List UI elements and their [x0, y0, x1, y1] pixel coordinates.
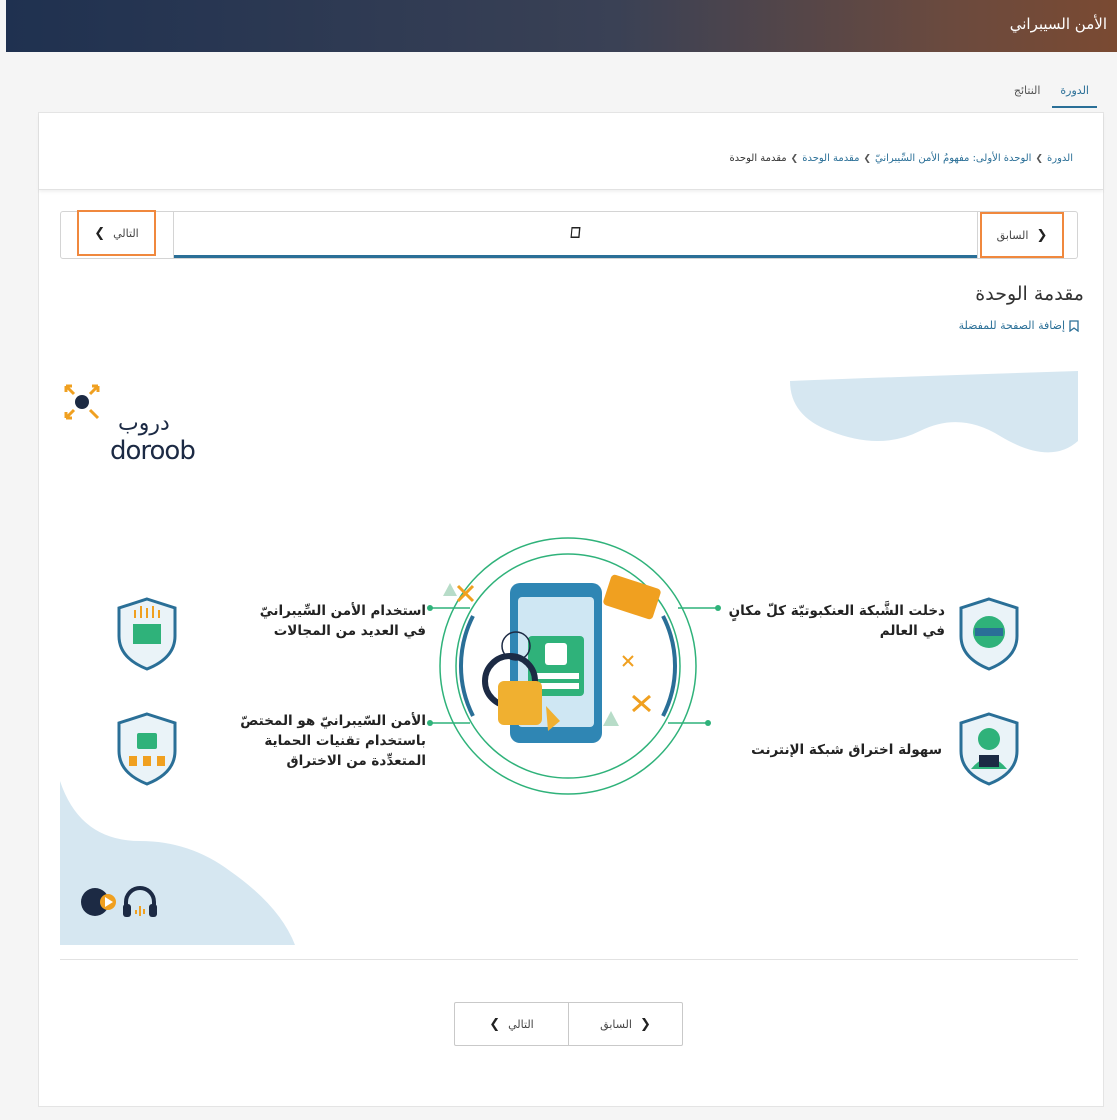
bottom-sequence-navigation: ❮ التالي السابق ❯: [454, 1002, 683, 1046]
shield-lock-icon: [117, 712, 177, 786]
slide-text-right-bottom: سهولة اختراق شبكة الإنترنت: [751, 742, 942, 758]
breadcrumb: الدورة❯الوحدة الأولى: مفهومُ الأمن السِّ…: [729, 153, 1073, 164]
bottom-next-label: التالي: [508, 1017, 534, 1031]
tab-results[interactable]: النتائج: [1006, 80, 1049, 108]
video-play-icon[interactable]: [80, 884, 116, 920]
audio-headphones-icon[interactable]: [120, 884, 160, 920]
sequence-prev-button[interactable]: السابق ❯: [980, 212, 1064, 258]
content-divider: [60, 959, 1078, 960]
breadcrumb-bar: الدورة❯الوحدة الأولى: مفهومُ الأمن السِّ…: [39, 113, 1103, 190]
bookmark-label: إضافة الصفحة للمفضلة: [958, 319, 1065, 332]
bottom-prev-button[interactable]: السابق ❯: [569, 1003, 682, 1045]
sequence-prev-cell: السابق ❯: [977, 212, 1077, 258]
shield-globe-icon: [959, 597, 1019, 671]
top-header-bar: الأمن السيبراني: [6, 0, 1117, 52]
bottom-prev-label: السابق: [600, 1017, 632, 1031]
logo-arabic: دروب: [118, 411, 170, 436]
chevron-left-icon: ❯: [639, 1016, 651, 1032]
slide-text-left-bottom: الأمن السّيبرانيّ هو المختصّ باستخدام تق…: [240, 713, 426, 769]
sequence-unit-tab[interactable]: [174, 212, 977, 258]
shield-hacker-icon: [959, 712, 1019, 786]
slide-text-right-top: دخلت الشَّبكة العنكبوتيّة كلّ مكانٍ في ا…: [728, 603, 945, 639]
page-title: مقدمة الوحدة: [975, 283, 1084, 305]
chevron-left-icon: ❯: [863, 154, 871, 164]
chevron-left-icon: ❯: [1035, 154, 1044, 164]
lesson-slide: دروب doroob استخدام الأمن السِّيبرانيّ ف…: [60, 371, 1078, 945]
chevron-right-icon: ❮: [94, 225, 106, 241]
doroob-logo: doroob: [110, 436, 196, 466]
sequence-next-button[interactable]: ❮ التالي: [77, 210, 156, 256]
bottom-next-button[interactable]: ❮ التالي: [455, 1003, 569, 1045]
shield-network-icon: [117, 597, 177, 671]
bookmark-link[interactable]: إضافة الصفحة للمفضلة: [959, 319, 1079, 332]
sequence-next-cell: ❮ التالي: [61, 210, 174, 258]
sequence-prev-label: السابق: [996, 228, 1029, 242]
breadcrumb-section[interactable]: مقدمة الوحدة: [802, 153, 859, 164]
chevron-left-icon: ❯: [1036, 227, 1048, 243]
chevron-left-icon: ❯: [790, 154, 799, 164]
sequence-next-label: التالي: [113, 226, 139, 240]
chevron-right-icon: ❮: [489, 1016, 501, 1032]
breadcrumb-unit[interactable]: الوحدة الأولى: مفهومُ الأمن السِّيبرانيّ: [875, 153, 1031, 164]
course-content-card: الدورة❯الوحدة الأولى: مفهومُ الأمن السِّ…: [38, 112, 1104, 1107]
bookmark-icon: [1069, 319, 1079, 332]
sequence-navigation: السابق ❯ ❮ التالي: [60, 210, 1078, 259]
expand-icon[interactable]: [60, 380, 104, 424]
slide-text-left-top: استخدام الأمن السِّيبرانيّ في العديد من …: [259, 603, 426, 639]
app-title: الأمن السيبراني: [1009, 15, 1107, 33]
tab-course[interactable]: الدورة: [1052, 80, 1097, 108]
breadcrumb-current: مقدمة الوحدة: [729, 153, 787, 164]
phone-security-illustration: [439, 537, 697, 795]
course-tabs: الدورة النتائج: [1002, 80, 1097, 108]
breadcrumb-course[interactable]: الدورة: [1047, 153, 1073, 164]
book-icon: [570, 227, 580, 238]
